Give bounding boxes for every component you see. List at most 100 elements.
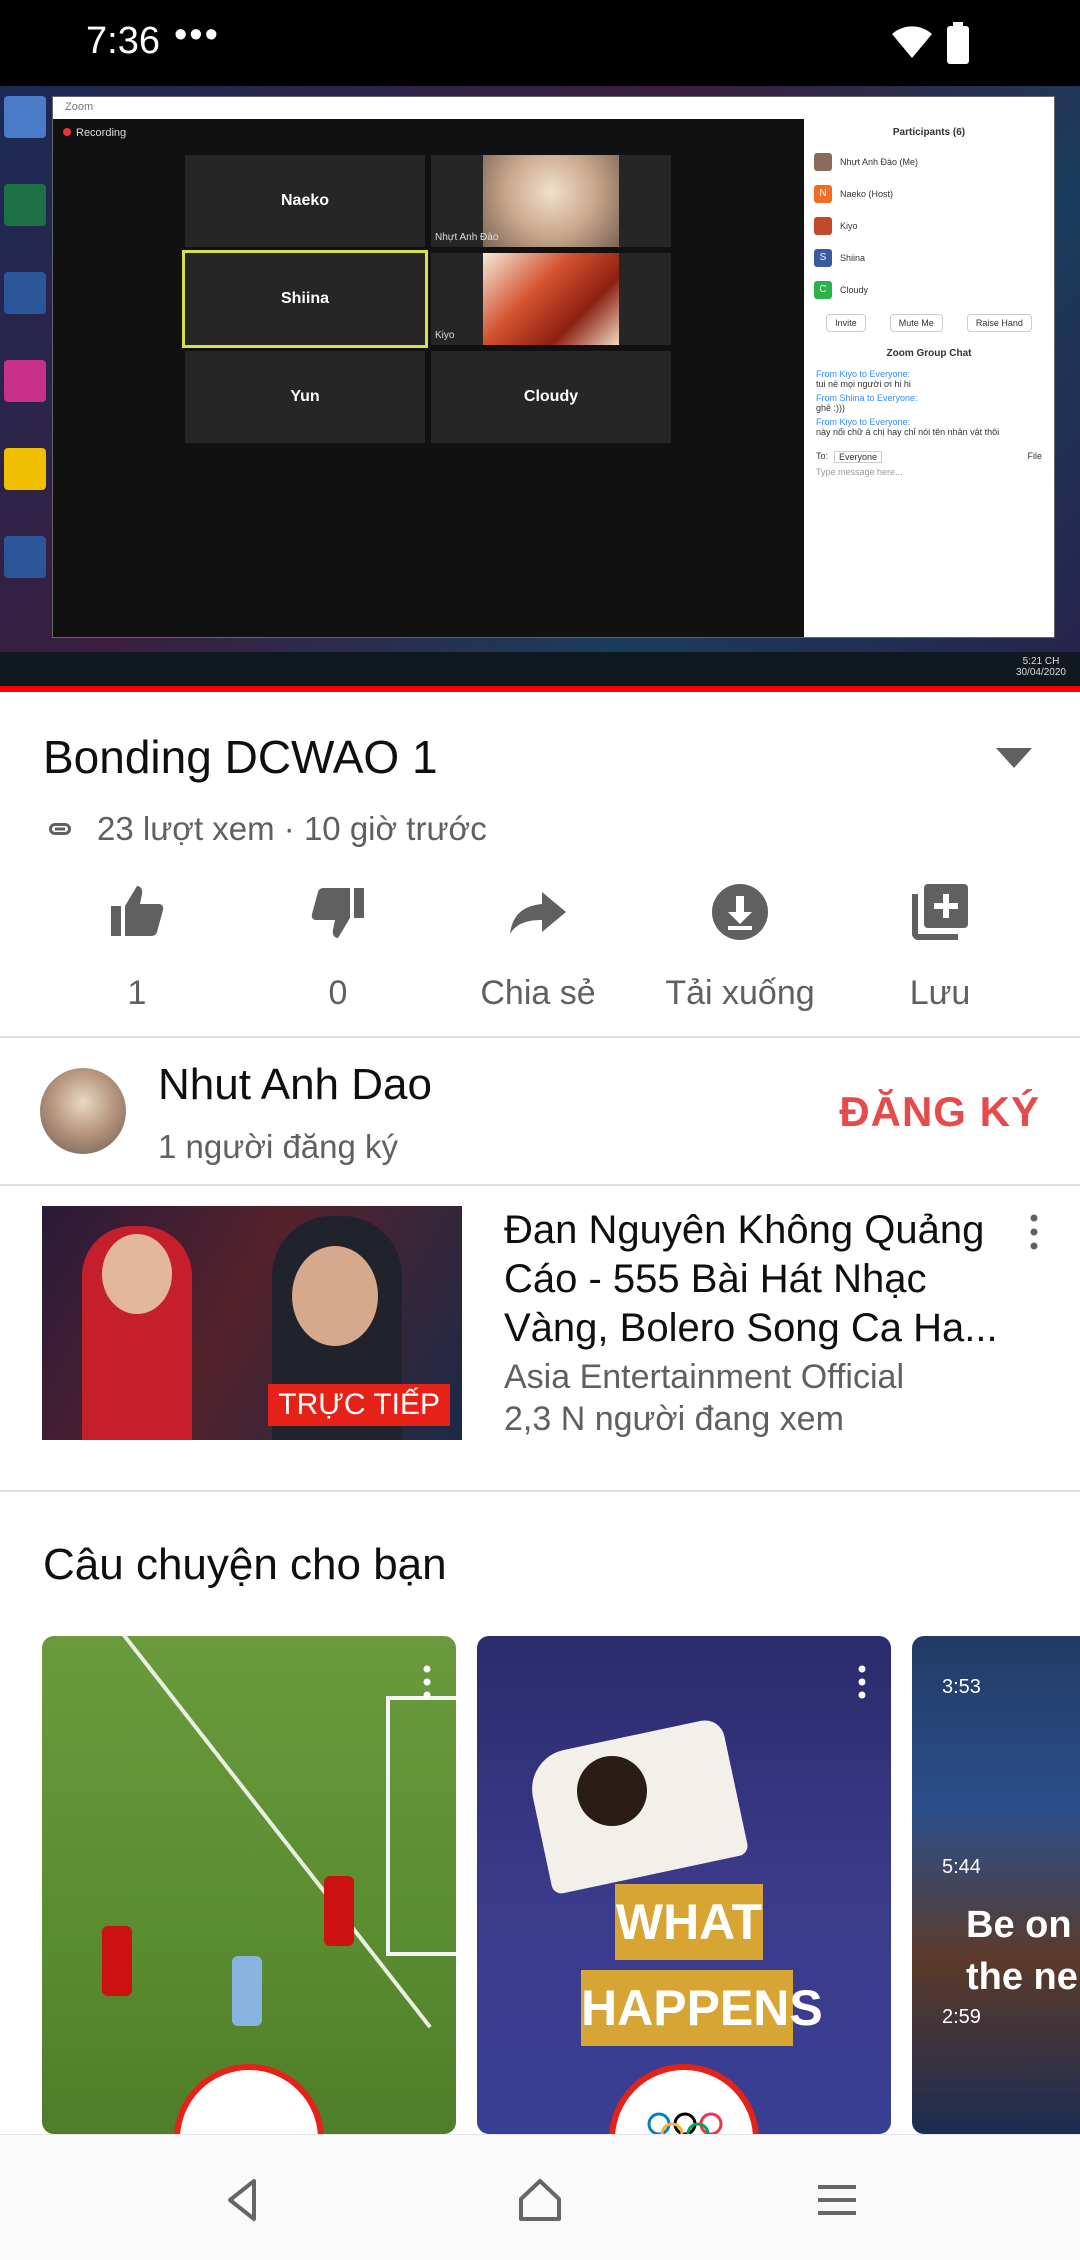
download-icon: [712, 884, 768, 940]
tile-naeko: Naeko: [185, 155, 425, 247]
recommended-video-title[interactable]: Đan Nguyên Không Quảng Cáo - 555 Bài Hát…: [504, 1206, 1004, 1353]
menu-icon[interactable]: [812, 2175, 862, 2225]
story-clip-duration: 5:44: [942, 1856, 981, 1878]
player-figure: [232, 1956, 262, 2026]
tile-name: Naeko: [280, 192, 330, 209]
chat-to-row: To: Everyone File: [804, 449, 1054, 465]
video-meta: 23 lượt xem · 10 giờ trước: [43, 810, 487, 848]
share-icon: [510, 892, 566, 934]
like-count: 1: [127, 974, 147, 1012]
system-navigation-bar: [0, 2134, 1080, 2260]
chat-header: Zoom Group Chat: [886, 348, 972, 359]
add-to-playlist-icon: [912, 884, 968, 940]
wifi-icon: [892, 26, 932, 58]
thumbs-down-icon: [311, 888, 364, 938]
participant-name: Cloudy: [840, 285, 869, 295]
thumbs-up-icon: [111, 886, 164, 936]
like-button[interactable]: 1: [37, 880, 237, 1013]
back-icon[interactable]: [218, 2175, 268, 2225]
participant-name: Nhựt Anh Đào (Me): [840, 157, 919, 167]
raise-hand-button: Raise Hand: [966, 314, 1032, 332]
avatar: S: [814, 249, 832, 267]
panel-buttons: Invite Mute Me Raise Hand: [804, 306, 1054, 340]
subscribe-button[interactable]: ĐĂNG KÝ: [839, 1088, 1040, 1136]
story-caption-line-2: HAPPENS: [581, 1970, 823, 2046]
tile-shiina: Shiina: [182, 250, 428, 348]
tile-nhut-anh-dao: Nhựt Anh Đào: [431, 155, 671, 247]
more-notifications-icon: •••: [174, 14, 220, 56]
story-card[interactable]: [42, 1636, 456, 2134]
chat-sender: From Kiyo to Everyone:: [816, 417, 911, 427]
share-button[interactable]: Chia sẻ: [438, 880, 638, 1013]
download-button[interactable]: Tải xuống: [640, 880, 840, 1013]
music-app-icon: [4, 360, 46, 402]
chat-message: From Kiyo to Everyone: tui nè mọi người …: [804, 367, 1054, 391]
excel-icon: [4, 184, 46, 226]
taskbar-clock: 5:21 CH 30/04/2020: [1016, 656, 1066, 678]
channel-name[interactable]: Nhut Anh Dao: [158, 1060, 432, 1110]
download-label: Tải xuống: [665, 974, 815, 1012]
subscriber-count: 1 người đăng ký: [158, 1128, 399, 1165]
story-channel-avatar: [609, 2064, 759, 2134]
participant-name: Kiyo: [840, 221, 858, 231]
more-options-icon[interactable]: [1024, 1212, 1044, 1252]
more-options-icon[interactable]: [420, 1664, 434, 1700]
tile-caption: Nhựt Anh Đào: [435, 232, 499, 243]
tile-yun: Yun: [185, 351, 425, 443]
chat-sender: From Shiina to Everyone:: [816, 393, 918, 403]
chat-message: From Shiina to Everyone: ghê :))): [804, 391, 1054, 415]
singer-face-right: [292, 1246, 378, 1346]
word-icon: [4, 272, 46, 314]
avatar: N: [814, 185, 832, 203]
participants-panel: Participants (6) Nhựt Anh Đào (Me) N Nae…: [804, 119, 1054, 637]
channel-avatar[interactable]: [40, 1068, 126, 1154]
participant-row: Kiyo: [804, 210, 1054, 242]
tile-name: Yun: [290, 388, 320, 405]
player-figure: [324, 1876, 354, 1946]
tile-name: Cloudy: [523, 388, 579, 405]
dislike-button[interactable]: 0: [238, 880, 438, 1013]
windows-taskbar: 5:21 CH 30/04/2020: [0, 652, 1080, 686]
participant-row: Nhựt Anh Đào (Me): [804, 146, 1054, 178]
save-label: Lưu: [909, 974, 971, 1012]
participants-header: Participants (6): [892, 127, 966, 138]
singer-face-left: [102, 1234, 172, 1314]
story-card[interactable]: 3:53 5:44 Be on the ne 2:59: [912, 1636, 1080, 2134]
chat-file-button: File: [1027, 451, 1042, 461]
participant-row: S Shiina: [804, 242, 1054, 274]
tile-cloudy: Cloudy: [431, 351, 671, 443]
goal: [386, 1696, 456, 1956]
divider: [0, 1490, 1080, 1492]
avatar: [483, 253, 619, 345]
olympic-rings-icon: [647, 2112, 723, 2134]
taskbar-date: 30/04/2020: [1015, 667, 1066, 678]
story-caption-line-2: the ne: [966, 1956, 1078, 1998]
link-icon: [49, 823, 71, 835]
chat-text: ghê :))): [816, 403, 846, 413]
recording-indicator: Recording: [63, 127, 126, 139]
status-bar: 7:36 •••: [0, 0, 1080, 86]
recommended-viewers: 2,3 N người đang xem: [504, 1400, 844, 1438]
save-button[interactable]: Lưu: [840, 880, 1040, 1013]
chat-input: Type message here...: [816, 467, 903, 477]
avatar: [814, 217, 832, 235]
taskbar-time: 5:21 CH: [1022, 656, 1060, 667]
video-grid: Naeko Nhựt Anh Đào Shiina Kiyo Yun Cloud…: [182, 155, 681, 575]
mute-me-button: Mute Me: [889, 314, 943, 332]
zoom-title-bar: Zoom: [53, 97, 1054, 119]
story-card[interactable]: WHAT HAPPENS: [477, 1636, 891, 2134]
chat-text: tui nè mọi người ơi hi hi: [816, 379, 911, 389]
playback-progress-bar[interactable]: [0, 686, 1080, 692]
skater-head: [577, 1756, 647, 1826]
expand-description-icon[interactable]: [996, 748, 1032, 768]
story-caption-line-1: Be on: [966, 1904, 1072, 1946]
story-clip-duration: 3:53: [942, 1676, 981, 1698]
home-icon[interactable]: [515, 2175, 565, 2225]
recommended-video-thumbnail[interactable]: TRỰC TIẾP: [42, 1206, 462, 1440]
more-options-icon[interactable]: [855, 1664, 869, 1700]
tile-name: Shiina: [280, 290, 329, 307]
avatar: [814, 153, 832, 171]
chat-message: From Kiyo to Everyone: này nối chữ á chị…: [804, 415, 1054, 439]
video-player[interactable]: Zoom Recording Naeko Nhựt Anh Đào Shiina…: [0, 86, 1080, 692]
story-channel-avatar: [174, 2064, 324, 2134]
